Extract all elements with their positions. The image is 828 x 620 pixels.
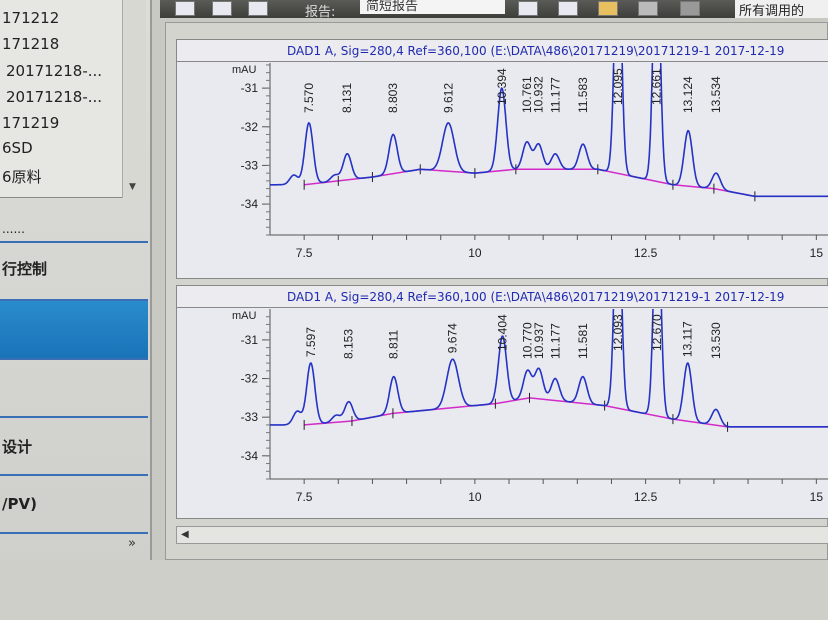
- call-select[interactable]: 所有调用的: [735, 0, 828, 19]
- y-tick-label: -31: [241, 333, 259, 347]
- peak-label: 10.932: [532, 76, 546, 113]
- peak-label: 12.670: [650, 314, 664, 351]
- chromatogram-edit-icon[interactable]: [212, 1, 232, 16]
- peak-label: 12.661: [650, 68, 664, 105]
- section-selected[interactable]: [0, 301, 148, 360]
- integration-baseline: [304, 168, 756, 198]
- report-template-icon[interactable]: [680, 1, 700, 16]
- y-tick-label: -32: [241, 120, 259, 134]
- section-run-control[interactable]: 行控制: [0, 243, 148, 301]
- signal-title: DAD1 A, Sig=280,4 Ref=360,100 (E:\DATA\4…: [177, 286, 828, 308]
- peak-label: 8.131: [340, 83, 354, 113]
- y-axis-label: mAU: [232, 64, 257, 76]
- print-icon[interactable]: [638, 1, 658, 16]
- list-item[interactable]: 171212: [2, 9, 59, 27]
- peak-label: 13.530: [709, 322, 723, 359]
- chromatogram-overlay-icon[interactable]: [248, 1, 268, 16]
- list-item[interactable]: 6SD: [2, 139, 33, 157]
- list-item[interactable]: 171219: [2, 114, 59, 132]
- peak-label: 13.117: [681, 321, 695, 357]
- peak-label: 12.093: [611, 314, 625, 351]
- integration-baseline: [304, 397, 828, 428]
- navigation-pane: 171212 171218 20171218-... 20171218-... …: [0, 0, 152, 560]
- report-layout-icon[interactable]: [518, 1, 538, 16]
- chromatogram-panel-1: DAD1 A, Sig=280,4 Ref=360,100 (E:\DATA\4…: [176, 39, 828, 279]
- desktop-bottom: [0, 560, 828, 620]
- list-item[interactable]: 6原料: [2, 166, 42, 187]
- y-axis-label: mAU: [232, 310, 257, 322]
- peak-label: 11.177: [548, 77, 562, 113]
- peak-label: 10.404: [495, 314, 509, 351]
- list-scrollbar[interactable]: ▼: [122, 0, 146, 198]
- section-design[interactable]: 设计: [0, 418, 148, 476]
- chromatogram-panel-2: DAD1 A, Sig=280,4 Ref=360,100 (E:\DATA\4…: [176, 285, 828, 519]
- peak-label: 11.581: [576, 323, 590, 359]
- chromatogram-window: DAD1 A, Sig=280,4 Ref=360,100 (E:\DATA\4…: [165, 22, 828, 560]
- y-tick-label: -33: [241, 410, 259, 424]
- signal-title: DAD1 A, Sig=280,4 Ref=360,100 (E:\DATA\4…: [177, 40, 828, 62]
- y-tick-label: -31: [241, 81, 259, 95]
- chromatogram-icon[interactable]: [175, 1, 195, 16]
- chromatogram-plot[interactable]: mAU -31 -32 -33 -34 7.5 10 12.5 15 7.570 8.131 8.80…: [177, 63, 828, 279]
- scroll-left-icon[interactable]: ◀: [181, 529, 189, 540]
- peak-label: 7.570: [302, 83, 316, 113]
- preview-icon[interactable]: [558, 1, 578, 16]
- list-item[interactable]: 171218: [2, 35, 59, 53]
- section-blank[interactable]: [0, 360, 148, 418]
- report-select[interactable]: 简短报告: [360, 0, 505, 14]
- peak-label: 13.124: [681, 76, 695, 113]
- more-sections-icon[interactable]: »: [128, 536, 136, 551]
- peak-label: 13.534: [709, 76, 723, 113]
- y-tick-label: -33: [241, 158, 259, 172]
- chromatogram-plot[interactable]: mAU -31 -32 -33 -34 7.5 10 12.5 15 7.597 8.153 8.81…: [177, 309, 828, 519]
- list-item[interactable]: 20171218-...: [6, 62, 102, 80]
- x-tick-label: 15: [810, 490, 824, 504]
- peak-label: 9.612: [441, 83, 455, 113]
- scroll-down-icon[interactable]: ▼: [129, 182, 136, 192]
- peak-label: 12.095: [611, 68, 625, 105]
- x-tick-label: 10: [468, 246, 482, 260]
- x-tick-label: 12.5: [634, 246, 658, 260]
- peak-label: 10.937: [532, 322, 546, 359]
- list-item[interactable]: 20171218-...: [6, 88, 102, 106]
- peak-label: 8.811: [387, 330, 401, 359]
- x-tick-label: 10: [468, 490, 482, 504]
- data-file-list[interactable]: 171212 171218 20171218-... 20171218-... …: [0, 0, 146, 198]
- report-label: 报告:: [305, 5, 336, 20]
- peak-label: 11.177: [548, 323, 562, 359]
- section-pv[interactable]: /PV): [0, 476, 148, 534]
- peak-label: 9.674: [446, 323, 460, 353]
- export-icon[interactable]: [598, 1, 618, 16]
- x-tick-label: 7.5: [296, 246, 313, 260]
- y-tick-label: -34: [241, 449, 259, 463]
- peak-label: 11.583: [576, 77, 590, 113]
- x-tick-label: 15: [810, 246, 824, 260]
- peak-label: 10.394: [495, 68, 509, 105]
- toolbar: 报告: 简短报告 所有调用的: [160, 0, 828, 20]
- y-tick-label: -32: [241, 372, 259, 386]
- section-collapsed[interactable]: ......: [0, 222, 148, 243]
- peak-label: 7.597: [304, 327, 318, 357]
- horizontal-scrollbar[interactable]: ◀: [176, 526, 828, 544]
- peak-label: 8.153: [342, 329, 356, 359]
- x-tick-label: 7.5: [296, 490, 313, 504]
- x-tick-label: 12.5: [634, 490, 658, 504]
- y-tick-label: -34: [241, 197, 259, 211]
- peak-label: 8.803: [386, 83, 400, 113]
